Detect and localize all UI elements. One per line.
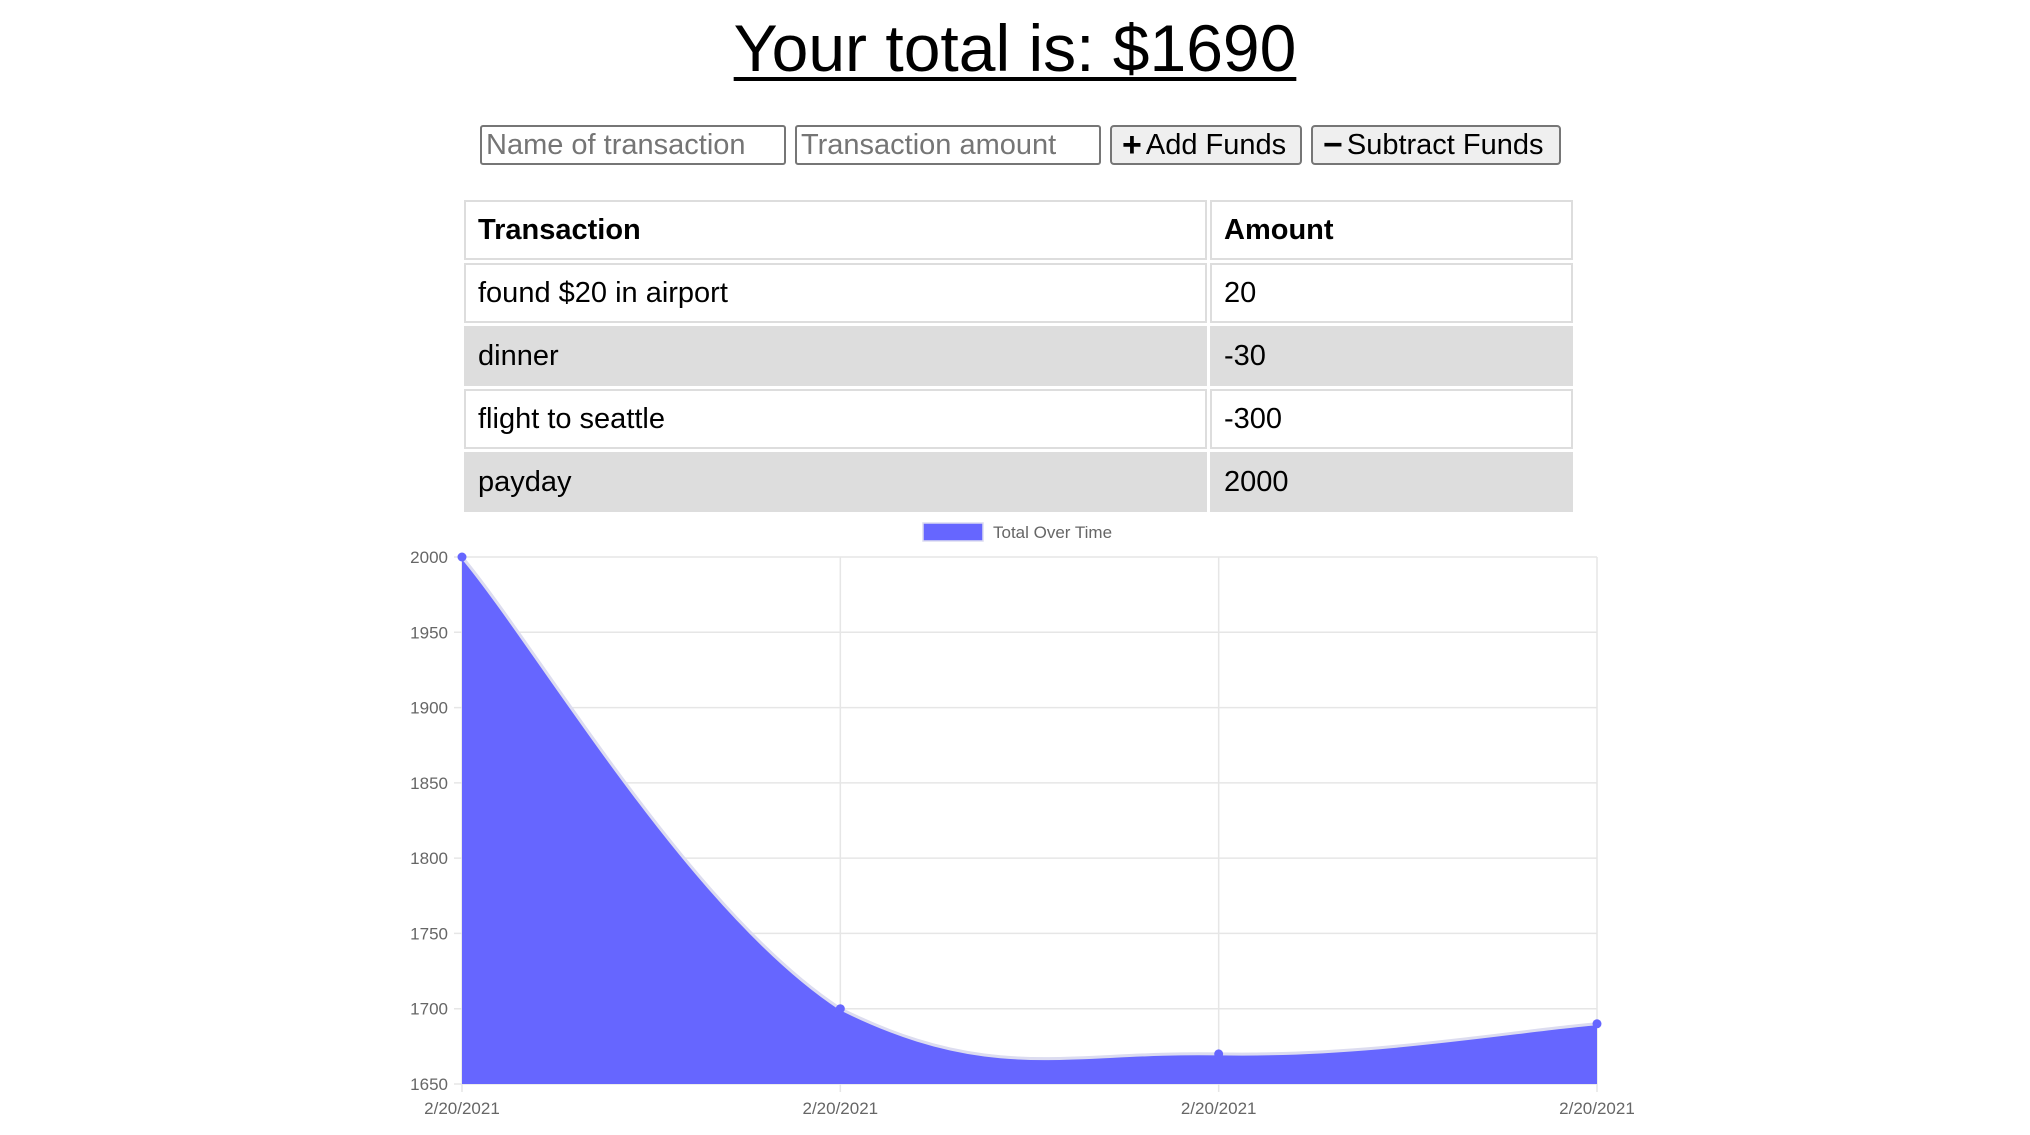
data-point [1592,1019,1602,1029]
transaction-name-cell: flight to seattle [464,389,1207,449]
transaction-name-input[interactable] [480,125,786,165]
table-row: flight to seattle -300 [464,389,1573,449]
minus-icon: − [1323,126,1343,164]
transaction-amount-cell: 2000 [1210,452,1573,512]
y-tick-label: 1650 [410,1075,448,1094]
x-tick-label: 2/20/2021 [424,1099,500,1118]
plus-icon: + [1122,126,1142,164]
y-tick-label: 1750 [410,924,448,943]
total-heading: Your total is: $1690 [733,11,1297,85]
x-tick-label: 2/20/2021 [1181,1099,1257,1118]
column-header-transaction: Transaction [464,200,1207,260]
legend-label: Total Over Time [993,523,1112,542]
y-tick-label: 1900 [410,699,448,718]
table-row: payday 2000 [464,452,1573,512]
budget-page: Your total is: $1690 + Add Funds − Subtr… [0,0,2030,1135]
data-point [457,552,467,562]
add-funds-button[interactable]: + Add Funds [1110,125,1302,165]
table-header-row: Transaction Amount [464,200,1573,260]
transaction-amount-cell: -300 [1210,389,1573,449]
add-funds-label: Add Funds [1145,128,1287,161]
page-title: Your total is: $1690 [0,8,2030,88]
y-tick-label: 1950 [410,623,448,642]
transaction-amount-input[interactable] [795,125,1101,165]
table-row: dinner -30 [464,326,1573,386]
y-tick-label: 1800 [410,849,448,868]
legend-swatch [922,522,984,542]
subtract-funds-label: Subtract Funds [1346,128,1544,161]
transaction-name-cell: payday [464,452,1207,512]
column-header-amount: Amount [1210,200,1573,260]
transaction-name-cell: found $20 in airport [464,263,1207,323]
y-tick-label: 1700 [410,1000,448,1019]
transaction-amount-cell: -30 [1210,326,1573,386]
transactions-table: Transaction Amount found $20 in airport … [461,197,1576,515]
data-point [835,1004,845,1014]
table-row: found $20 in airport 20 [464,263,1573,323]
subtract-funds-button[interactable]: − Subtract Funds [1311,125,1561,165]
transaction-form: + Add Funds − Subtract Funds [480,125,1561,165]
data-point [1214,1049,1224,1059]
x-tick-label: 2/20/2021 [803,1099,879,1118]
transaction-amount-cell: 20 [1210,263,1573,323]
y-tick-label: 2000 [410,548,448,567]
x-tick-label: 2/20/2021 [1559,1099,1635,1118]
series-area [462,557,1597,1084]
y-tick-label: 1850 [410,774,448,793]
transaction-name-cell: dinner [464,326,1207,386]
total-over-time-chart: 2000 1950 1900 1850 1800 1750 1700 1650 2/20/202… [410,522,1635,1118]
